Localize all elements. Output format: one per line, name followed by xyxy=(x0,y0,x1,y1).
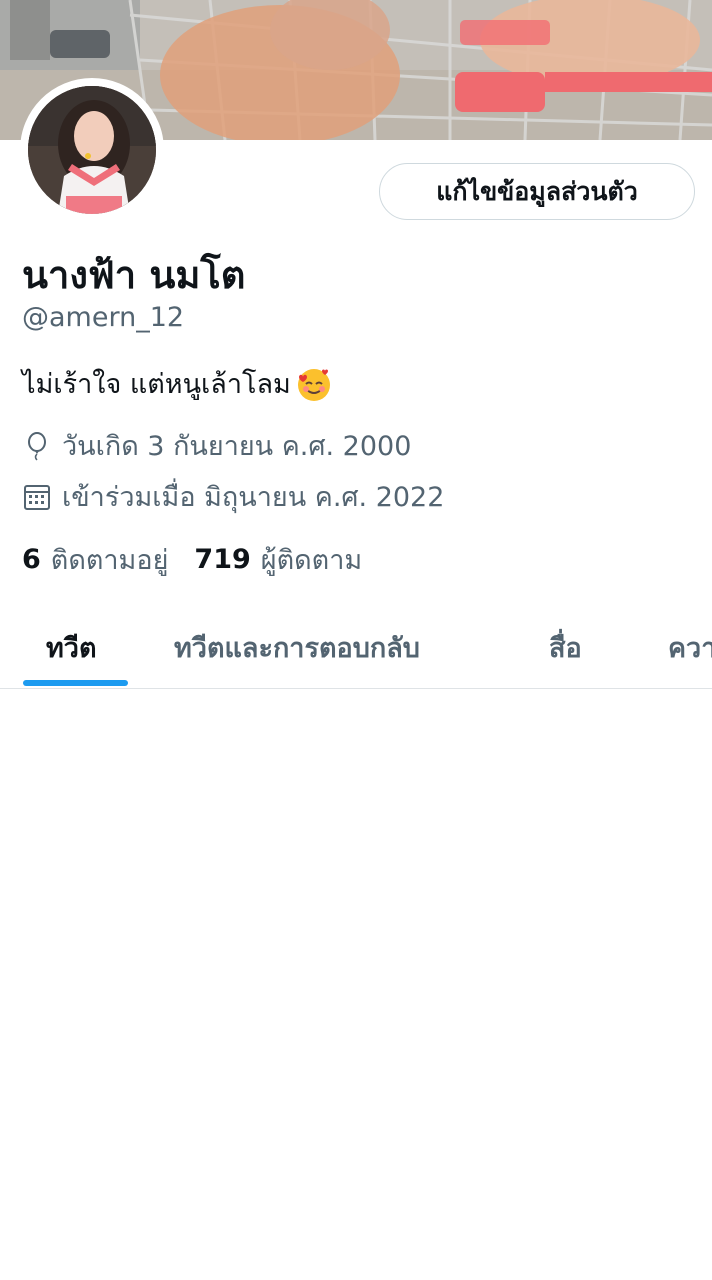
follow-stats: 6 ติดตามอยู่ 719 ผู้ติดตาม xyxy=(22,538,362,581)
avatar-image xyxy=(28,86,156,214)
tab-tweets-and-replies[interactable]: ทวีตและการตอบกลับ xyxy=(174,626,420,669)
bio-text: ไม่เร้าใจ แต่หนูเล้าโลม xyxy=(22,369,291,400)
profile-tabs: ทวีต ทวีตและการตอบกลับ สื่อ ความ xyxy=(0,600,712,689)
following-link[interactable]: 6 ติดตามอยู่ xyxy=(22,538,168,581)
tab-likes[interactable]: ความ xyxy=(668,626,712,669)
following-label: ติดตามอยู่ xyxy=(50,545,169,576)
followers-label: ผู้ติดตาม xyxy=(260,545,363,576)
birthday-text: วันเกิด 3 กันยายน ค.ศ. 2000 xyxy=(62,431,412,462)
followers-link[interactable]: 719 ผู้ติดตาม xyxy=(194,538,362,581)
followers-count: 719 xyxy=(194,544,251,575)
birthday-row: วันเกิด 3 กันยายน ค.ศ. 2000 xyxy=(22,424,411,467)
active-tab-indicator xyxy=(23,680,128,686)
username-handle: @amern_12 xyxy=(22,302,185,333)
avatar[interactable] xyxy=(20,78,164,222)
following-count: 6 xyxy=(22,544,41,575)
calendar-icon xyxy=(22,482,52,512)
bio: ไม่เร้าใจ แต่หนูเล้าโลม xyxy=(22,362,333,405)
tab-tweets[interactable]: ทวีต xyxy=(46,626,97,669)
joined-row: เข้าร่วมเมื่อ มิถุนายน ค.ศ. 2022 xyxy=(22,475,444,518)
edit-profile-label: แก้ไขข้อมูลส่วนตัว xyxy=(436,176,638,206)
display-name: นางฟ้า นมโต xyxy=(22,253,246,297)
tab-media[interactable]: สื่อ xyxy=(549,626,582,669)
smiling-face-with-hearts-icon xyxy=(295,365,333,403)
balloon-icon xyxy=(22,431,52,461)
joined-text: เข้าร่วมเมื่อ มิถุนายน ค.ศ. 2022 xyxy=(62,482,445,513)
edit-profile-button[interactable]: แก้ไขข้อมูลส่วนตัว xyxy=(379,163,695,220)
